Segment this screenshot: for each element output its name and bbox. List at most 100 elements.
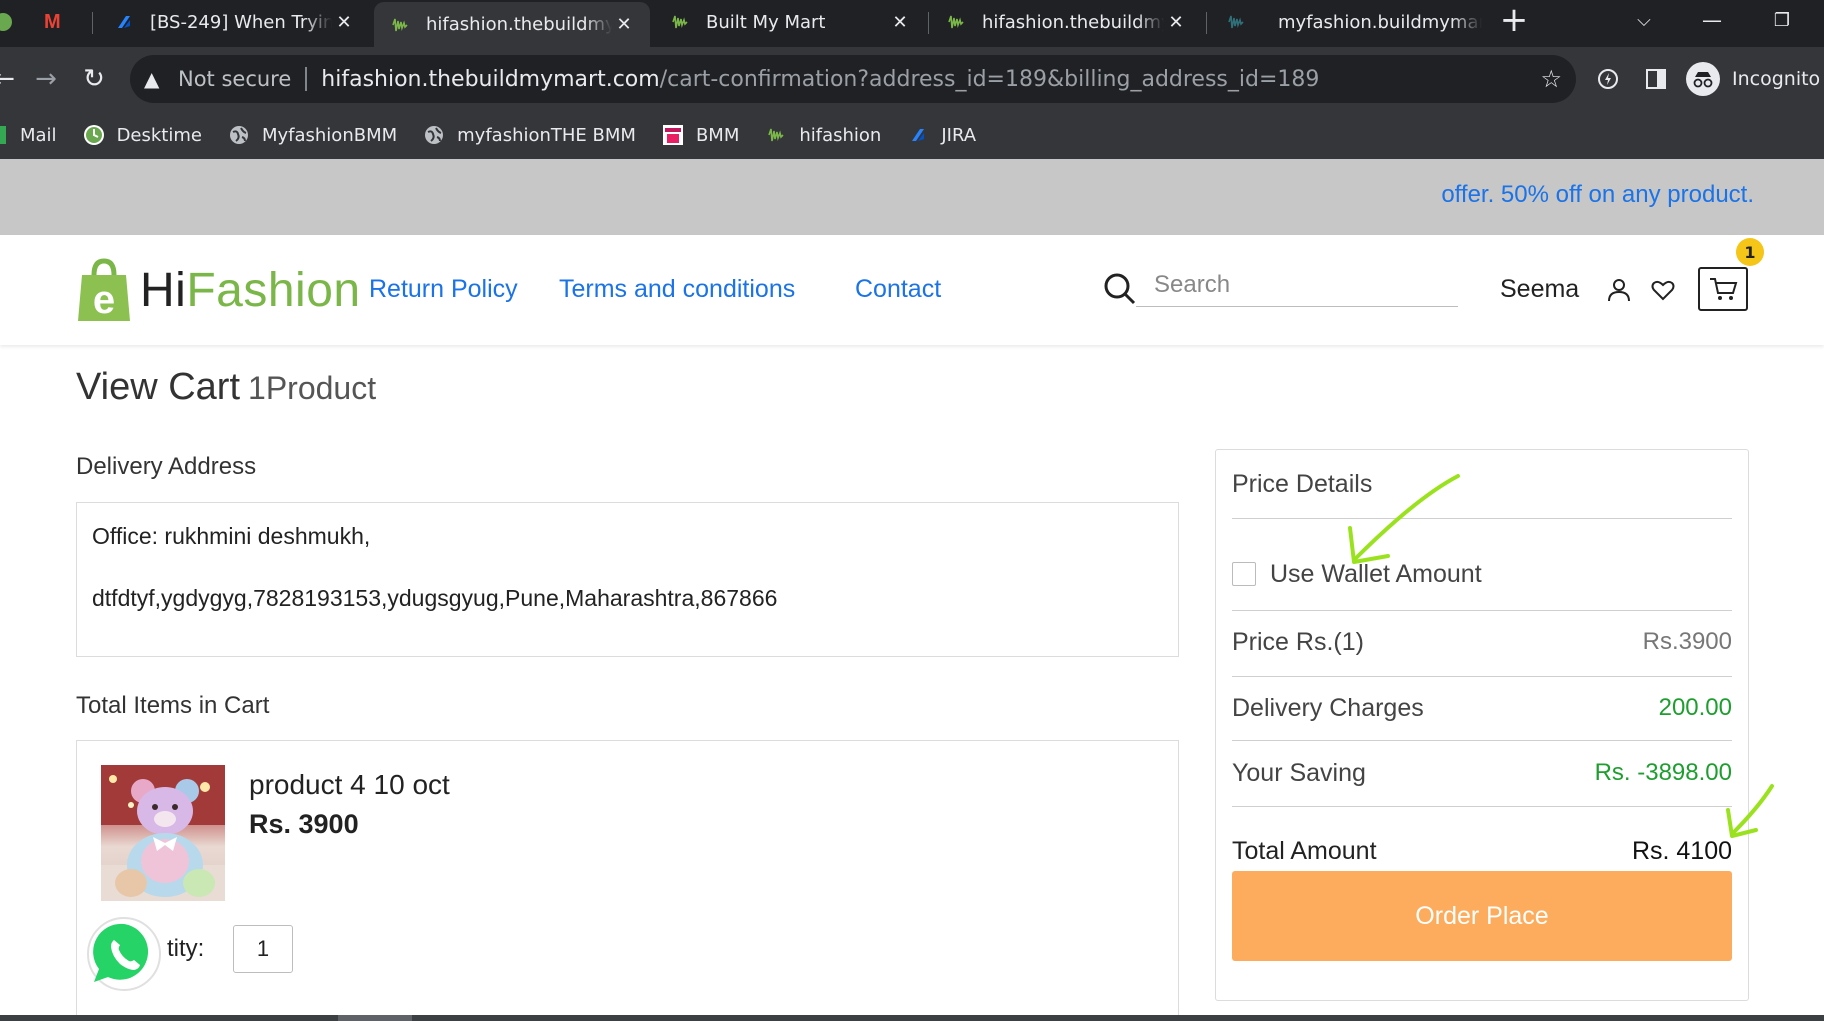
promo-banner: offer. 50% off on any product.	[0, 159, 1824, 235]
gmail-icon: M	[44, 10, 61, 33]
site-logo[interactable]: e HiFashion	[76, 255, 361, 325]
tab-myfashion[interactable]: myfashion.buildmymart.com	[1210, 0, 1482, 44]
annotation-arrow-icon	[1348, 474, 1460, 564]
whatsapp-icon[interactable]	[84, 914, 164, 994]
shopping-bag-logo-icon: e	[78, 258, 130, 322]
nav-terms-and-conditions[interactable]: Terms and conditions	[559, 275, 795, 304]
promo-text: offer. 50% off on any product.	[1441, 181, 1754, 208]
divider	[305, 67, 308, 91]
logo-fashion: Fashion	[186, 263, 361, 317]
minimize-button[interactable]: —	[1682, 0, 1742, 40]
cart-icon	[1710, 278, 1738, 300]
waveform-icon	[765, 124, 787, 146]
tab-search-button[interactable]: ⌵	[1614, 0, 1674, 40]
total-label: Total Amount	[1232, 836, 1377, 865]
search-icon[interactable]	[1102, 271, 1138, 307]
saving-row: Your Saving Rs. -3898.00	[1232, 755, 1732, 791]
heart-icon[interactable]	[1650, 277, 1676, 303]
restore-icon: ❐	[1773, 9, 1791, 31]
bookmark-myfashion-the-bmm[interactable]: myfashionTHE BMM	[423, 124, 636, 146]
user-icon[interactable]	[1606, 277, 1632, 303]
wallet-checkbox[interactable]	[1232, 562, 1256, 586]
bookmark-bmm[interactable]: BMM	[662, 124, 739, 146]
product-image[interactable]	[101, 765, 225, 901]
bookmark-desktime[interactable]: Desktime	[83, 124, 202, 146]
close-tab-icon[interactable]: ✕	[612, 14, 636, 35]
tab-title: myfashion.buildmymart.com	[1278, 11, 1482, 33]
nav-contact[interactable]: Contact	[855, 275, 941, 304]
scrollbar-thumb[interactable]	[338, 1015, 412, 1021]
search-input[interactable]	[1136, 263, 1458, 307]
total-items-title: Total Items in Cart	[76, 692, 270, 719]
tab-hifashion-active[interactable]: hifashion.thebuildmymart.com ✕	[374, 2, 650, 47]
waveform-icon	[946, 12, 966, 32]
gmail-tab[interactable]: M	[44, 0, 84, 44]
nav-return-policy[interactable]: Return Policy	[369, 275, 518, 304]
tab-title: hifashion.thebuildmymart.com	[426, 14, 612, 35]
tab-built-my-mart[interactable]: Built My Mart ✕	[654, 0, 926, 44]
minimize-icon: —	[1702, 8, 1722, 32]
price-row: Price Rs.(1) Rs.3900	[1232, 624, 1732, 660]
cart-count-badge: 1	[1736, 238, 1764, 266]
extension-icon[interactable]	[1592, 63, 1624, 95]
pinned-tab[interactable]	[0, 0, 30, 44]
divider	[1232, 676, 1732, 677]
divider	[1232, 610, 1732, 611]
back-button[interactable]: ←	[0, 61, 22, 97]
product-name[interactable]: product 4 10 oct	[249, 769, 450, 801]
order-place-button[interactable]: Order Place	[1232, 871, 1732, 961]
bookmark-label: Mail	[20, 124, 57, 146]
jira-icon	[907, 124, 929, 146]
profile-label: Incognito	[1732, 68, 1821, 90]
bookmark-label: hifashion	[799, 124, 882, 146]
delivery-label: Delivery Charges	[1232, 693, 1424, 722]
reload-button[interactable]: ↻	[76, 61, 112, 97]
bookmark-label: Desktime	[116, 124, 202, 146]
arrow-left-icon: ←	[0, 64, 15, 94]
tab-hifashion[interactable]: hifashion.thebuildmymart.com ✕	[930, 0, 1202, 44]
user-name[interactable]: Seema	[1500, 275, 1579, 304]
close-tab-icon[interactable]: ✕	[888, 12, 912, 33]
new-tab-button[interactable]: +	[1484, 0, 1544, 40]
desktime-icon	[83, 124, 105, 146]
warning-icon: ▲	[144, 67, 160, 91]
chevron-down-icon: ⌵	[1637, 9, 1651, 31]
divider	[1232, 806, 1732, 807]
reload-icon: ↻	[83, 64, 105, 94]
restore-button[interactable]: ❐	[1752, 0, 1812, 40]
tab-title: hifashion.thebuildmymart.com	[982, 11, 1164, 33]
side-panel-icon[interactable]	[1640, 63, 1672, 95]
address-line-1: Office: rukhmini deshmukh,	[92, 523, 371, 549]
tab-jira[interactable]: [BS-249] When Trying ✕	[98, 0, 370, 44]
bookmark-jira[interactable]: JIRA	[907, 124, 976, 146]
address-bar[interactable]: ▲ Not secure hifashion.thebuildmymart.co…	[130, 55, 1576, 103]
bookmark-star-icon[interactable]: ☆	[1540, 65, 1562, 93]
page-title: View Cart 1Product	[76, 366, 376, 409]
tab-title: Built My Mart	[706, 11, 826, 33]
wallet-row[interactable]: Use Wallet Amount	[1232, 556, 1732, 592]
incognito-profile[interactable]: Incognito	[1686, 57, 1820, 101]
horizontal-scrollbar[interactable]	[0, 1015, 1824, 1021]
bookmark-label: JIRA	[941, 124, 977, 146]
divider	[1232, 740, 1732, 741]
bookmark-hifashion[interactable]: hifashion	[765, 124, 881, 146]
forward-button[interactable]: →	[28, 61, 64, 97]
tab-separator	[1206, 12, 1207, 34]
cart-button[interactable]	[1698, 267, 1748, 311]
product-count: 1Product	[248, 370, 377, 406]
store-icon	[662, 124, 684, 146]
url-path: /cart-confirmation?address_id=189&billin…	[659, 66, 1320, 92]
close-tab-icon[interactable]: ✕	[332, 12, 356, 33]
gmail-icon	[0, 124, 6, 146]
close-tab-icon[interactable]: ✕	[1164, 12, 1188, 33]
waveform-icon	[1226, 12, 1246, 32]
price-value: Rs.3900	[1642, 628, 1732, 655]
incognito-icon	[1686, 62, 1720, 96]
svg-text:e: e	[93, 278, 115, 322]
bookmark-mail[interactable]: Mail	[0, 124, 57, 146]
delivery-address-box: Office: rukhmini deshmukh, dtfdtyf,ygdyg…	[76, 502, 1179, 657]
quantity-field[interactable]: 1	[233, 925, 293, 973]
bookmark-myfashionbmm[interactable]: MyfashionBMM	[228, 124, 397, 146]
bookmark-label: BMM	[695, 124, 740, 146]
jira-icon	[114, 12, 134, 32]
